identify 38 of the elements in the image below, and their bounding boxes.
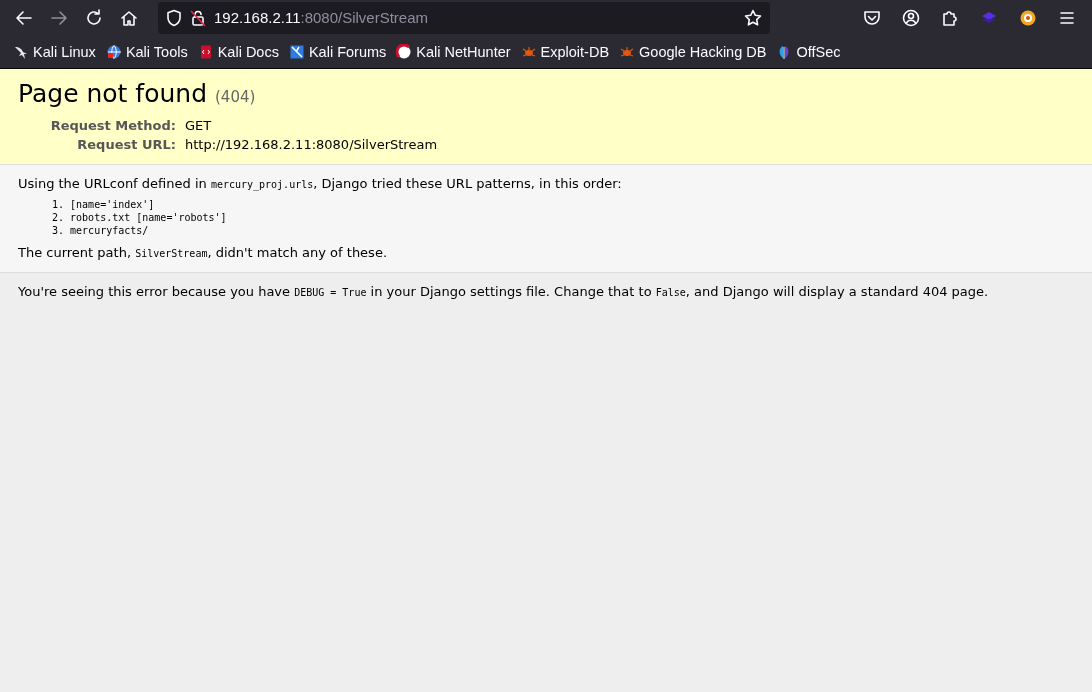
field-label: Request Method: [49,118,176,133]
bookmark-link[interactable]: Exploit-DB [515,40,615,63]
bookmark-link[interactable]: Kali Linux [8,40,101,63]
bookmark-link[interactable]: OffSec [771,40,846,63]
status-code: (404) [215,88,256,106]
list-number: 3. [52,224,65,237]
bookmark-link[interactable]: Google Hacking DB [614,40,772,63]
field-label: Request URL: [76,137,176,152]
field-value: http://192.168.2.11:8080/SilverStream [185,137,439,152]
left-arrow-icon [15,8,33,27]
url-pattern: mercuryfacts/ [70,224,149,237]
page-title: Page not found [18,79,207,108]
ring-icon [396,43,413,60]
forum-icon [288,43,305,60]
list-number: 2. [52,211,65,224]
reload-icon [85,8,103,27]
shield-icon [166,8,182,27]
globe-icon [105,43,122,60]
paragraph: You're seeing this error because you have DEBUG = True in your Django settings file. Change that to False, and Django will display a standard 404 page. [17,283,990,301]
account-icon [902,8,920,27]
bookmark-link[interactable]: Kali Docs [192,40,284,63]
insecure-lock-icon [190,8,206,27]
home-icon [120,8,138,27]
pocket-icon [863,8,881,27]
list-number: 1. [52,198,65,211]
bookmark-link[interactable]: Kali Tools [100,40,193,63]
paragraph: The current path, SilverStream, didn't match any of these. [18,245,389,260]
field-value: GET [185,118,213,133]
url-pattern: robots.txt [name='robots'] [70,211,227,224]
puzzle-icon [941,8,959,27]
url-text: 192.168.2.11:8080/SilverStream [214,9,430,26]
bookmark-link[interactable]: Kali Forums [283,40,392,63]
url-pattern: [name='index'] [70,198,155,211]
star-icon [744,8,762,27]
paragraph: Using the URLconf defined in mercury_proj.urls, Django tried these URL patterns, in this order: [18,176,623,191]
right-arrow-icon [50,8,68,27]
address-bar[interactable]: 192.168.2.11:8080/SilverStream [158,1,770,34]
bookmark-link[interactable]: Kali NetHunter [391,40,516,63]
